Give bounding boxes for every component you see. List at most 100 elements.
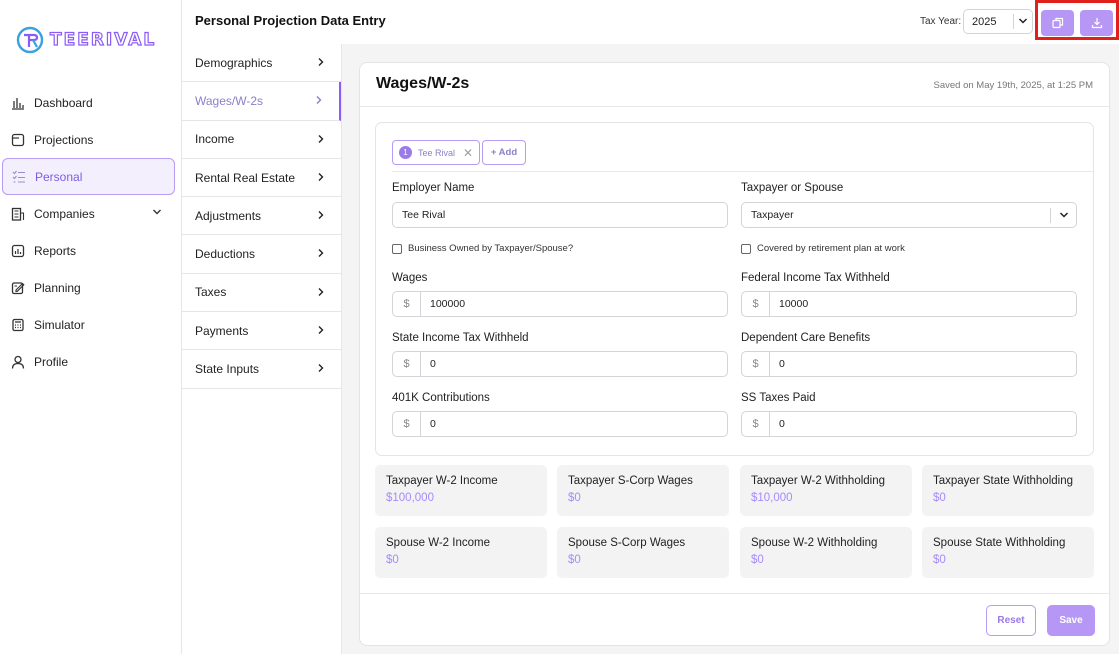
chevron-right-icon — [317, 133, 325, 147]
tax-year-select[interactable]: 2025 — [963, 9, 1033, 34]
taxpayer-spouse-label: Taxpayer or Spouse — [741, 182, 844, 194]
section-item-state-inputs[interactable]: State Inputs — [182, 350, 341, 389]
divider — [392, 171, 1093, 172]
k401-value: 0 — [430, 418, 436, 430]
section-item-demographics[interactable]: Demographics — [182, 44, 341, 83]
business-owned-checkbox[interactable]: Business Owned by Taxpayer/Spouse? — [392, 243, 573, 254]
section-item-wages[interactable]: Wages/W-2s — [182, 82, 341, 121]
building-icon — [10, 206, 26, 222]
section-item-income[interactable]: Income — [182, 121, 341, 159]
sidebar-item-planning[interactable]: Planning — [0, 269, 176, 306]
checkbox-box[interactable] — [392, 243, 402, 254]
reset-button[interactable]: Reset — [986, 605, 1036, 636]
sidebar-item-companies[interactable]: Companies — [0, 195, 176, 232]
k401-input[interactable]: $ 0 — [392, 411, 728, 437]
section-item-adjustments[interactable]: Adjustments — [182, 197, 341, 236]
saved-timestamp: Saved on May 19th, 2025, at 1:25 PM — [933, 80, 1094, 91]
summary-tile: Spouse S-Corp Wages $0 — [557, 527, 729, 578]
sidebar-item-label: Reports — [34, 243, 77, 258]
chevron-down-icon — [1059, 210, 1069, 223]
folder-icon — [10, 132, 26, 148]
select-divider — [1050, 208, 1051, 223]
section-item-label: Adjustments — [195, 208, 262, 223]
header: Personal Projection Data Entry Tax Year:… — [182, 0, 1119, 44]
copy-button[interactable] — [1041, 10, 1074, 36]
employer-name-value: Tee Rival — [402, 209, 446, 221]
employer-name-input[interactable]: Tee Rival — [392, 202, 728, 228]
sidebar-item-reports[interactable]: Reports — [0, 232, 176, 269]
checkbox-label: Business Owned by Taxpayer/Spouse? — [408, 243, 574, 254]
dependent-care-label: Dependent Care Benefits — [741, 332, 871, 344]
logo[interactable]: TEERIVAL — [16, 26, 156, 54]
summary-value: $0 — [568, 554, 581, 566]
checkbox-box[interactable] — [741, 243, 751, 254]
sidebar-item-label: Personal — [35, 169, 83, 184]
currency-prefix: $ — [742, 352, 770, 376]
sidebar-item-dashboard[interactable]: Dashboard — [0, 84, 176, 121]
sidebar-item-projections[interactable]: Projections — [0, 121, 176, 158]
state-withheld-value: 0 — [430, 358, 436, 370]
dependent-care-input[interactable]: $ 0 — [741, 351, 1077, 377]
wages-label: Wages — [392, 272, 428, 284]
save-button[interactable]: Save — [1047, 605, 1095, 636]
add-employer-button[interactable]: + Add — [482, 140, 526, 165]
chevron-right-icon — [317, 209, 325, 223]
section-item-rental-real-estate[interactable]: Rental Real Estate — [182, 159, 341, 198]
section-item-taxes[interactable]: Taxes — [182, 274, 341, 313]
taxpayer-spouse-select[interactable]: Taxpayer — [741, 202, 1077, 228]
retirement-plan-checkbox[interactable]: Covered by retirement plan at work — [741, 243, 905, 254]
select-divider — [1013, 14, 1014, 29]
summary-tile: Spouse State Withholding $0 — [922, 527, 1094, 578]
state-withheld-input[interactable]: $ 0 — [392, 351, 728, 377]
dependent-care-value: 0 — [779, 358, 785, 370]
chevron-right-icon — [317, 171, 325, 185]
summary-tile: Taxpayer S-Corp Wages $0 — [557, 465, 729, 516]
chevron-down-icon[interactable] — [152, 206, 162, 220]
report-icon — [10, 243, 26, 259]
federal-withheld-input[interactable]: $ 10000 — [741, 291, 1077, 317]
currency-prefix: $ — [393, 292, 421, 316]
wages-card: Wages/W-2s Saved on May 19th, 2025, at 1… — [359, 62, 1110, 646]
ss-taxes-input[interactable]: $ 0 — [741, 411, 1077, 437]
sidebar-item-label: Planning — [34, 280, 81, 295]
wages-value: 100000 — [430, 298, 466, 310]
wages-input[interactable]: $ 100000 — [392, 291, 728, 317]
highlight-frame — [1035, 0, 1119, 40]
chevron-down-icon — [1018, 16, 1028, 29]
summary-label: Spouse State Withholding — [933, 537, 1066, 549]
sidebar-item-profile[interactable]: Profile — [0, 343, 176, 380]
download-button[interactable] — [1080, 10, 1113, 36]
section-item-deductions[interactable]: Deductions — [182, 235, 341, 274]
copy-icon — [1051, 17, 1063, 29]
sidebar-item-simulator[interactable]: Simulator — [0, 306, 176, 343]
sidebar-item-label: Dashboard — [34, 95, 93, 110]
w2-form: 1 Tee Rival ✕ + Add Employer Name Tee Ri… — [375, 122, 1094, 456]
chevron-right-icon — [317, 286, 325, 300]
section-item-payments[interactable]: Payments — [182, 312, 341, 351]
employer-tab-chip[interactable]: 1 Tee Rival ✕ — [392, 140, 481, 165]
chip-number: 1 — [399, 146, 412, 159]
close-icon[interactable]: ✕ — [463, 146, 473, 160]
bar-chart-icon — [10, 95, 26, 111]
section-item-label: Demographics — [195, 55, 273, 70]
section-item-label: Taxes — [195, 285, 227, 300]
chip-label: Tee Rival — [418, 147, 456, 158]
ss-taxes-value: 0 — [779, 418, 785, 430]
summary-label: Taxpayer S-Corp Wages — [568, 475, 693, 487]
summary-tile: Spouse W-2 Income $0 — [375, 527, 547, 578]
section-item-label: Deductions — [195, 247, 256, 262]
currency-prefix: $ — [393, 412, 421, 436]
chevron-right-icon — [315, 94, 323, 108]
section-title: Wages/W-2s — [376, 75, 470, 92]
summary-value: $0 — [933, 492, 946, 504]
federal-withheld-value: 10000 — [779, 298, 809, 310]
sidebar-item-label: Profile — [34, 354, 69, 369]
page-title: Personal Projection Data Entry — [195, 13, 386, 28]
sidebar-item-personal[interactable]: Personal — [2, 158, 175, 195]
summary-label: Spouse W-2 Income — [386, 537, 490, 549]
summary-value: $0 — [386, 554, 399, 566]
divider — [360, 593, 1109, 594]
sidebar-item-label: Companies — [34, 206, 95, 221]
taxpayer-spouse-value: Taxpayer — [751, 209, 794, 221]
sidebar: TEERIVAL Dashboard Projections Personal … — [0, 0, 182, 654]
